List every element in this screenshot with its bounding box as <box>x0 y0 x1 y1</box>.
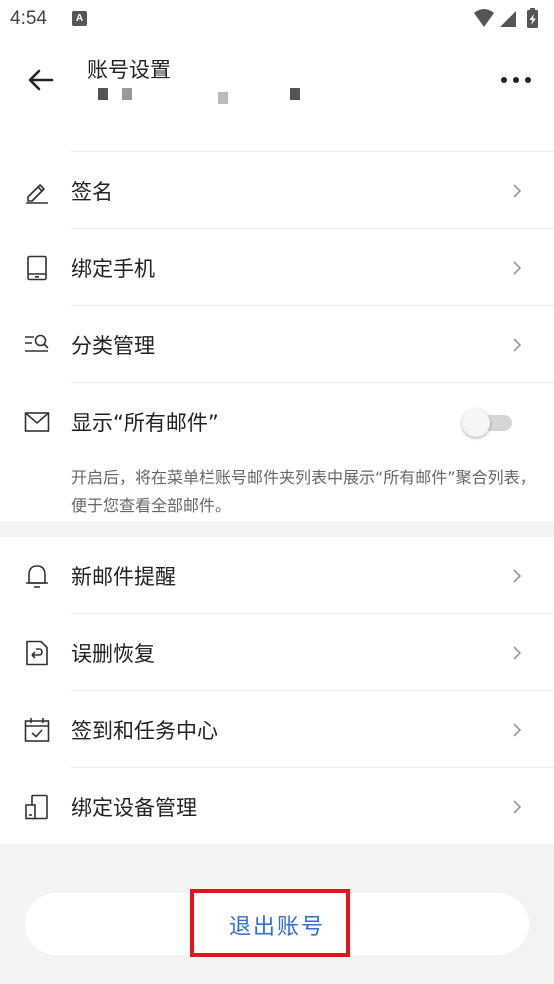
settings-item-show-all-mail: 显示“所有邮件” <box>0 383 554 460</box>
settings-item-signature[interactable]: 签名 <box>0 152 554 229</box>
chevron-right-icon <box>513 261 522 275</box>
phone-icon <box>27 255 47 281</box>
wifi-icon <box>474 9 494 27</box>
chevron-right-icon <box>513 569 522 583</box>
settings-item-label: 分类管理 <box>71 334 155 358</box>
settings-item-new-mail-alert[interactable]: 新邮件提醒 <box>0 537 554 614</box>
status-bar: 4:54 A <box>0 0 554 38</box>
status-time: 4:54 <box>10 8 47 29</box>
show-all-mail-toggle[interactable] <box>462 408 514 438</box>
settings-group-mail: 新邮件提醒 误删恢复 签到和任务中心 绑定设备管理 <box>0 537 554 844</box>
settings-item-category-management[interactable]: 分类管理 <box>0 306 554 383</box>
settings-item-label: 绑定设备管理 <box>71 796 197 820</box>
chevron-right-icon <box>513 184 522 198</box>
bell-icon <box>26 565 48 588</box>
settings-item-label: 新邮件提醒 <box>71 565 176 589</box>
settings-item-deleted-recovery[interactable]: 误删恢复 <box>0 614 554 691</box>
pen-icon <box>26 184 48 204</box>
chevron-right-icon <box>513 723 522 737</box>
chevron-right-icon <box>513 800 522 814</box>
more-horizontal-icon[interactable] <box>496 66 536 94</box>
settings-item-label: 签到和任务中心 <box>71 719 218 743</box>
highlight-annotation <box>190 889 350 957</box>
settings-item-bind-phone[interactable]: 绑定手机 <box>0 229 554 306</box>
account-email-redacted <box>98 88 328 104</box>
back-arrow-icon[interactable] <box>22 60 62 100</box>
show-all-mail-description: 开启后，将在菜单栏账号邮件夹列表中展示“所有邮件”聚合列表，便于您查看全部邮件。 <box>71 468 536 515</box>
settings-item-label: 误删恢复 <box>71 642 155 666</box>
calendar-check-icon <box>24 718 50 742</box>
settings-item-label: 绑定手机 <box>71 257 155 281</box>
restore-icon <box>26 640 48 666</box>
signal-icon <box>500 11 516 27</box>
envelope-icon <box>24 412 50 432</box>
list-search-icon <box>25 334 49 352</box>
page-title: 账号设置 <box>87 58 171 82</box>
battery-charging-icon <box>527 8 538 28</box>
settings-item-device-management[interactable]: 绑定设备管理 <box>0 768 554 845</box>
status-icons <box>474 8 538 28</box>
toggle-knob <box>462 409 490 437</box>
app-header: 账号设置 <box>0 38 554 120</box>
settings-item-label: 显示“所有邮件” <box>71 411 219 435</box>
notification-app-icon: A <box>72 11 87 26</box>
chevron-right-icon <box>513 338 522 352</box>
chevron-right-icon <box>513 646 522 660</box>
settings-item-checkin-task-center[interactable]: 签到和任务中心 <box>0 691 554 768</box>
device-icon <box>25 794 48 820</box>
settings-item-label: 签名 <box>71 180 113 204</box>
section-gap <box>0 521 554 537</box>
